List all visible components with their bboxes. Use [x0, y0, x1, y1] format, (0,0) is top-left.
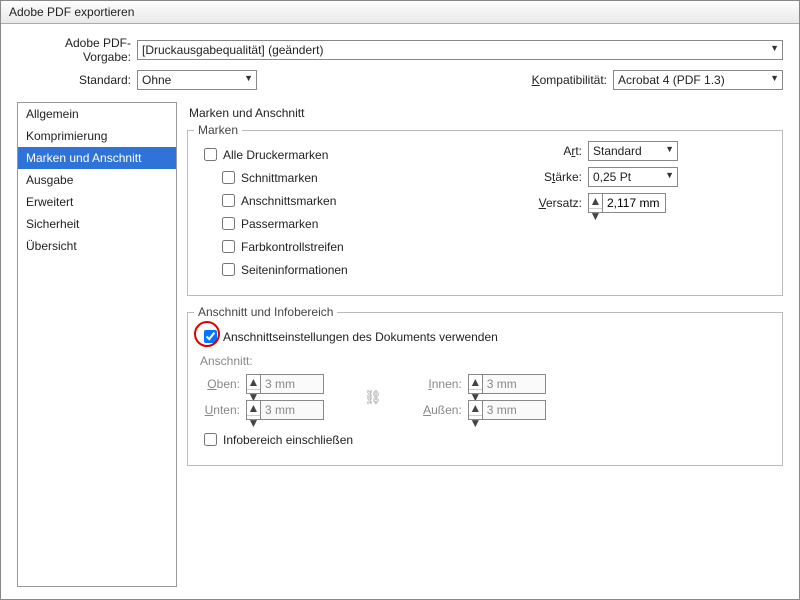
sidebar-item-allgemein[interactable]: Allgemein — [18, 103, 176, 125]
sidebar-item-uebersicht[interactable]: Übersicht — [18, 235, 176, 257]
marks-group-label: Marken — [194, 123, 242, 137]
bleed-inner-input — [483, 375, 545, 393]
preset-label: Adobe PDF-Vorgabe: — [17, 36, 137, 64]
export-pdf-dialog: Adobe PDF exportieren Adobe PDF-Vorgabe:… — [0, 0, 800, 600]
art-label: Art: — [530, 144, 588, 158]
check-seiteninformationen[interactable]: Seiteninformationen — [218, 260, 510, 279]
compat-combo[interactable]: Acrobat 4 (PDF 1.3) ▼ — [613, 70, 783, 90]
check-passermarken[interactable]: Passermarken — [218, 214, 510, 233]
spinner-down-icon: ▼ — [247, 416, 260, 430]
bleed-bottom-spinner: ▲▼ — [246, 400, 324, 420]
sidebar-item-sicherheit[interactable]: Sicherheit — [18, 213, 176, 235]
bleed-top-input — [261, 375, 323, 393]
check-use-doc-bleed[interactable]: Anschnittseinstellungen des Dokuments ve… — [200, 327, 770, 346]
dropdown-arrow-icon: ▼ — [770, 43, 779, 53]
bleed-bottom-input — [261, 401, 323, 419]
sidebar-item-ausgabe[interactable]: Ausgabe — [18, 169, 176, 191]
settings-pane: Marken und Anschnitt Marken Alle Drucker… — [187, 102, 783, 587]
spinner-up-icon[interactable]: ▲ — [589, 194, 602, 209]
sidebar-item-erweitert[interactable]: Erweitert — [18, 191, 176, 213]
compat-value: Acrobat 4 (PDF 1.3) — [618, 73, 725, 87]
spinner-up-icon: ▲ — [469, 401, 482, 416]
standard-combo[interactable]: Ohne ▼ — [137, 70, 257, 90]
top-fields: Adobe PDF-Vorgabe: [Druckausgabequalität… — [1, 24, 799, 102]
check-farbkontrollstreifen[interactable]: Farbkontrollstreifen — [218, 237, 510, 256]
bleed-outer-spinner: ▲▼ — [468, 400, 546, 420]
weight-label: Stärke: — [530, 170, 588, 184]
compat-label: Kompatibilität: — [532, 73, 613, 87]
bleed-inner-label: Innen: — [422, 377, 468, 391]
bleed-outer-input — [483, 401, 545, 419]
offset-spinner[interactable]: ▲▼ — [588, 193, 666, 213]
spinner-up-icon: ▲ — [247, 401, 260, 416]
bleed-group: Anschnitt und Infobereich Anschnittseins… — [187, 312, 783, 466]
dropdown-arrow-icon: ▼ — [770, 73, 779, 83]
pane-title: Marken und Anschnitt — [189, 106, 781, 120]
spinner-up-icon: ▲ — [247, 375, 260, 390]
sidebar-item-komprimierung[interactable]: Komprimierung — [18, 125, 176, 147]
bleed-outer-label: Außen: — [422, 403, 468, 417]
spinner-up-icon: ▲ — [469, 375, 482, 390]
bleed-top-label: Oben: — [200, 377, 246, 391]
standard-label: Standard: — [17, 73, 137, 87]
check-all-marks-box[interactable] — [204, 148, 217, 161]
sidebar: Allgemein Komprimierung Marken und Ansch… — [17, 102, 177, 587]
weight-combo[interactable]: 0,25 Pt ▼ — [588, 167, 678, 187]
window-title: Adobe PDF exportieren — [1, 1, 799, 24]
bleed-section-label: Anschnitt: — [200, 354, 770, 368]
bleed-top-spinner: ▲▼ — [246, 374, 324, 394]
bleed-inner-spinner: ▲▼ — [468, 374, 546, 394]
check-include-slug-box[interactable] — [204, 433, 217, 446]
check-schnittmarken[interactable]: Schnittmarken — [218, 168, 510, 187]
art-combo[interactable]: Standard ▼ — [588, 141, 678, 161]
preset-value: [Druckausgabequalität] (geändert) — [142, 43, 323, 57]
check-include-slug[interactable]: Infobereich einschließen — [200, 430, 770, 449]
sidebar-item-marken-anschnitt[interactable]: Marken und Anschnitt — [18, 147, 176, 169]
check-all-marks[interactable]: Alle Druckermarken — [200, 145, 510, 164]
preset-combo[interactable]: [Druckausgabequalität] (geändert) ▼ — [137, 40, 783, 60]
bleed-group-label: Anschnitt und Infobereich — [194, 305, 337, 319]
dropdown-arrow-icon: ▼ — [665, 144, 674, 154]
spinner-down-icon: ▼ — [469, 416, 482, 430]
spinner-down-icon[interactable]: ▼ — [589, 209, 602, 223]
offset-label: Versatz: — [530, 196, 588, 210]
dropdown-arrow-icon: ▼ — [665, 170, 674, 180]
check-anschnittsmarken[interactable]: Anschnittsmarken — [218, 191, 510, 210]
standard-value: Ohne — [142, 73, 171, 87]
marks-group: Marken Alle Druckermarken Schnittmarken … — [187, 130, 783, 296]
check-use-doc-bleed-box[interactable] — [204, 330, 217, 343]
dropdown-arrow-icon: ▼ — [244, 73, 253, 83]
offset-input[interactable] — [603, 194, 665, 212]
link-icon: ⛓ — [364, 389, 382, 406]
bleed-bottom-label: Unten: — [200, 403, 246, 417]
